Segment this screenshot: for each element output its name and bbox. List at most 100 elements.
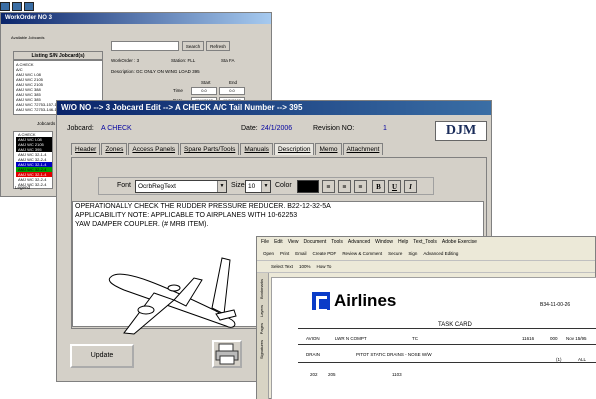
select-text-button[interactable]: Select Text: [271, 261, 293, 272]
edit-window-title: W/O NO --> 3 Jobcard Edit --> A CHECK A/…: [57, 101, 491, 115]
tab-manuals[interactable]: Manuals: [240, 143, 273, 155]
open-button[interactable]: Open: [263, 247, 274, 260]
size-label: Size: [231, 182, 245, 189]
revision-label: Revision NO:: [313, 125, 355, 132]
tab-header[interactable]: Header: [71, 143, 101, 155]
task-card-title: TASK CARD: [438, 322, 472, 328]
airplane-illustration: [108, 257, 237, 335]
signatures-tab[interactable]: Signatures: [259, 340, 264, 359]
how-to-button[interactable]: How To: [316, 261, 331, 272]
chevron-down-icon[interactable]: ▼: [217, 181, 226, 192]
jobcard-value: A CHECK: [101, 125, 132, 132]
legend-label: Legend: [15, 185, 31, 190]
help-icon[interactable]: [24, 1, 34, 11]
table-rule: [298, 362, 596, 363]
site-label: Sta FA: [221, 58, 235, 63]
review-button[interactable]: Review & Comment: [342, 247, 382, 260]
tab-description[interactable]: Description: [273, 143, 315, 155]
editor-line: YAW DAMPER COUPLER. (# MRB ITEM).: [75, 221, 209, 228]
zoom-select[interactable]: 100%: [299, 261, 311, 272]
underline-button[interactable]: U: [388, 180, 401, 193]
font-label: Font: [117, 182, 132, 189]
email-button[interactable]: Email: [295, 247, 306, 260]
cell: Nov 15/95: [566, 336, 587, 341]
menu-window[interactable]: Window: [375, 237, 393, 247]
menu-document[interactable]: Document: [303, 237, 326, 247]
advanced-editing-button[interactable]: Advanced Editing: [423, 247, 458, 260]
secure-button[interactable]: Secure: [388, 247, 402, 260]
refresh-button[interactable]: Refresh: [206, 41, 230, 51]
djm-logo: DJM: [435, 121, 487, 141]
time-end-field[interactable]: 0.0: [219, 87, 245, 95]
station-label: Station: FLL: [171, 58, 196, 63]
size-value: 10: [248, 183, 256, 190]
revision-value: 1: [383, 125, 387, 132]
cell: 205: [328, 372, 336, 377]
font-value: OcrbRegText: [138, 183, 176, 190]
secondary-toolbar: Select Text 100% How To: [257, 261, 595, 273]
menu-advanced[interactable]: Advanced: [348, 237, 370, 247]
italic-button[interactable]: I: [404, 180, 417, 193]
tab-memo[interactable]: Memo: [315, 143, 342, 155]
bookmarks-tab[interactable]: Bookmarks: [259, 279, 264, 299]
menu-file[interactable]: File: [261, 237, 269, 247]
airline-name: Airlines: [334, 291, 397, 310]
folder-icon[interactable]: [12, 1, 22, 11]
available-jobcards-label: Available Jobcards: [11, 35, 45, 40]
cell: DRAIN: [306, 352, 321, 357]
navigation-pane: Bookmarks Layers Pages Signatures: [257, 273, 269, 399]
tab-attachment[interactable]: Attachment: [342, 143, 384, 155]
tab-zones[interactable]: Zones: [101, 143, 128, 155]
menu-adobe-exercise[interactable]: Adobe Exercise: [442, 237, 477, 247]
time-start-field[interactable]: 0.0: [191, 87, 217, 95]
cell: 1103: [392, 372, 402, 377]
size-select[interactable]: 10 ▼: [245, 180, 271, 193]
update-button[interactable]: Update: [70, 344, 134, 368]
print-button[interactable]: Print: [280, 247, 289, 260]
cell: LWR N COMPT: [335, 336, 367, 341]
table-rule: [298, 344, 596, 345]
jobcard-list-header: Listing S/N Jobcard(s): [13, 51, 103, 60]
menu-view[interactable]: View: [288, 237, 299, 247]
cell: TC: [412, 336, 418, 341]
airline-logo: [312, 292, 330, 312]
tab-access-panels[interactable]: Access Panels: [128, 143, 180, 155]
layers-tab[interactable]: Layers: [259, 305, 264, 317]
tab-spare-parts[interactable]: Spare Parts/Tools: [180, 143, 240, 155]
date-value: 24/1/2006: [261, 125, 293, 132]
jobcard-grid[interactable]: A CHECK AMJ WC I-08 AMJ WC 2105 AMJ WC 395 A…: [13, 131, 53, 189]
main-toolbar: Open Print Email Create PDF Review & Com…: [257, 247, 595, 261]
jobcard-label: Jobcard:: [67, 125, 94, 132]
bold-button[interactable]: B: [372, 180, 385, 193]
acrobat-window: File Edit View Document Tools Advanced W…: [256, 236, 596, 399]
menu-help[interactable]: Help: [398, 237, 408, 247]
align-right-icon[interactable]: ≡: [354, 180, 367, 193]
color-picker[interactable]: [297, 180, 319, 193]
chevron-down-icon[interactable]: ▼: [261, 181, 270, 192]
app-icon[interactable]: [0, 1, 10, 11]
cell: 000: [550, 336, 558, 341]
table-rule: [298, 328, 596, 329]
menu-text-tools[interactable]: Text_Tools: [413, 237, 437, 247]
cell: AVION: [306, 336, 320, 341]
align-center-icon[interactable]: ≡: [338, 180, 351, 193]
menu-edit[interactable]: Edit: [274, 237, 283, 247]
pages-tab[interactable]: Pages: [259, 323, 264, 334]
menu-bar: File Edit View Document Tools Advanced W…: [257, 237, 595, 247]
search-button[interactable]: Search: [182, 41, 204, 51]
align-left-icon[interactable]: ≡: [322, 180, 335, 193]
time-label: Time: [173, 88, 183, 93]
editor-line: APPLICABILITY NOTE: APPLICABLE TO AIRPLA…: [75, 212, 298, 219]
font-select[interactable]: OcrbRegText ▼: [135, 180, 227, 193]
printer-icon[interactable]: [212, 340, 242, 368]
tab-bar: Header Zones Access Panels Spare Parts/T…: [71, 143, 384, 155]
jobcards-label: Jobcards: [37, 121, 56, 126]
color-label: Color: [275, 182, 292, 189]
sign-button[interactable]: Sign: [408, 247, 417, 260]
cell: 11616: [522, 336, 535, 341]
search-input[interactable]: [111, 41, 179, 51]
menu-tools[interactable]: Tools: [331, 237, 343, 247]
create-pdf-button[interactable]: Create PDF: [313, 247, 337, 260]
taskbar-icons: [0, 0, 34, 12]
end-label: End: [229, 80, 238, 85]
